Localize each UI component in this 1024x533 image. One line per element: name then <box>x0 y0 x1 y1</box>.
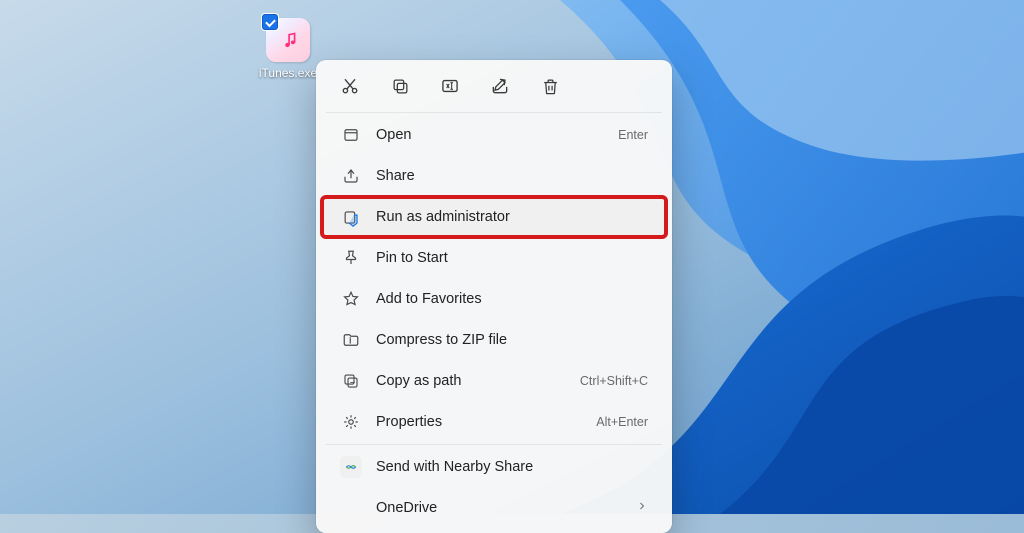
properties-icon <box>340 411 362 433</box>
desktop-file-icon[interactable]: iTunes.exe <box>252 18 324 80</box>
menu-item-pin-to-start[interactable]: Pin to Start <box>322 238 666 278</box>
copy-path-icon <box>340 370 362 392</box>
menu-item-add-to-favorites[interactable]: Add to Favorites <box>322 279 666 319</box>
menu-item-share[interactable]: Share <box>322 156 666 196</box>
menu-item-label: Open <box>376 127 610 143</box>
pin-icon <box>340 247 362 269</box>
blank-icon <box>340 497 362 519</box>
share-arrow-icon <box>340 165 362 187</box>
menu-item-label: Run as administrator <box>376 209 648 225</box>
cut-icon[interactable] <box>338 74 362 98</box>
menu-item-label: Pin to Start <box>376 250 648 266</box>
menu-item-label: Add to Favorites <box>376 291 648 307</box>
menu-item-label: Compress to ZIP file <box>376 332 648 348</box>
menu-item-run-as-administrator[interactable]: Run as administrator <box>322 197 666 237</box>
menu-item-open[interactable]: Open Enter <box>322 115 666 155</box>
menu-item-properties[interactable]: Properties Alt+Enter <box>322 402 666 442</box>
delete-icon[interactable] <box>538 74 562 98</box>
menu-item-copy-as-path[interactable]: Copy as path Ctrl+Shift+C <box>322 361 666 401</box>
rename-icon[interactable] <box>438 74 462 98</box>
menu-item-label: Properties <box>376 414 588 430</box>
context-menu: Open Enter Share Run as administrator Pi… <box>316 60 672 533</box>
open-icon <box>340 124 362 146</box>
menu-item-label: Share <box>376 168 648 184</box>
menu-item-shortcut: Enter <box>618 128 648 142</box>
divider <box>326 444 662 445</box>
menu-item-shortcut: Ctrl+Shift+C <box>580 374 648 388</box>
shield-admin-icon <box>340 206 362 228</box>
menu-item-compress-zip[interactable]: Compress to ZIP file <box>322 320 666 360</box>
share-icon[interactable] <box>488 74 512 98</box>
menu-item-shortcut: Alt+Enter <box>596 415 648 429</box>
menu-item-label: Copy as path <box>376 373 572 389</box>
menu-item-nearby-share[interactable]: Send with Nearby Share <box>322 447 666 487</box>
itunes-app-icon <box>266 18 310 62</box>
nearby-share-icon <box>340 456 362 478</box>
divider <box>326 112 662 113</box>
music-note-icon <box>266 18 310 62</box>
menu-item-label: Send with Nearby Share <box>376 459 648 475</box>
copy-icon[interactable] <box>388 74 412 98</box>
desktop-icon-label: iTunes.exe <box>252 66 324 80</box>
context-menu-action-row <box>316 60 672 110</box>
star-icon <box>340 288 362 310</box>
menu-item-onedrive[interactable]: OneDrive <box>322 488 666 528</box>
zip-folder-icon <box>340 329 362 351</box>
